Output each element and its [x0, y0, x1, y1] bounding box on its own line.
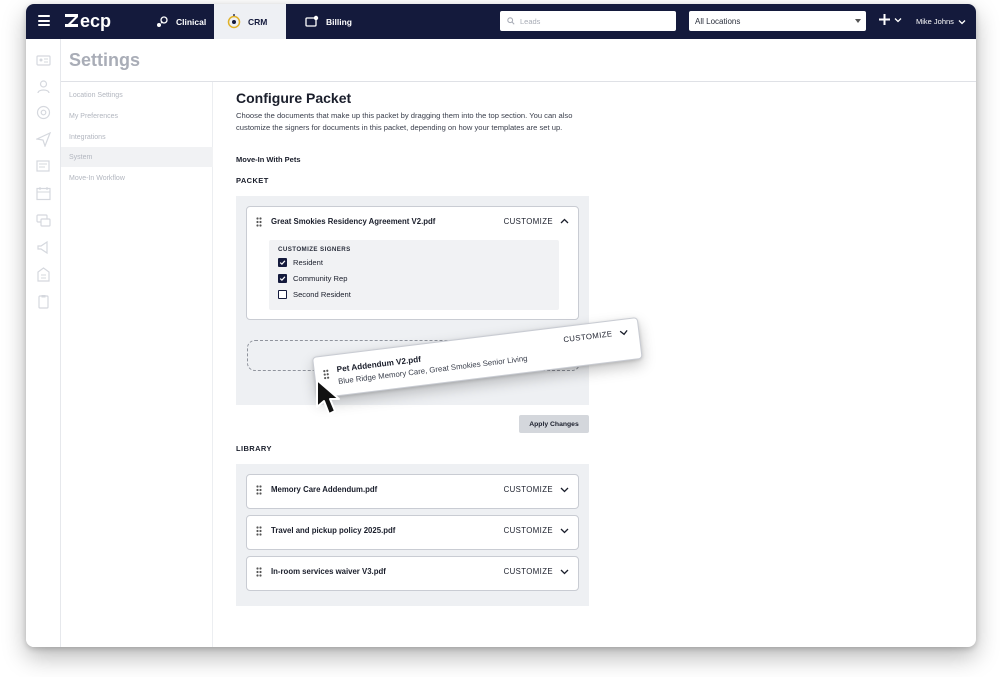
top-nav: ecp Clinical CRM Billing Leads All Locat…: [26, 4, 976, 39]
drag-handle-icon[interactable]: [256, 485, 262, 495]
packet-name: Move-In With Pets: [236, 155, 301, 164]
chevron-up-icon[interactable]: [560, 217, 569, 226]
signer-label: Community Rep: [293, 274, 348, 283]
chevron-down-icon: [894, 17, 902, 22]
caret-down-icon: [855, 19, 861, 23]
at-icon[interactable]: [36, 105, 51, 120]
customize-button[interactable]: CUSTOMIZE: [504, 217, 553, 226]
customize-button[interactable]: CUSTOMIZE: [504, 485, 553, 494]
tab-clinical[interactable]: Clinical: [146, 4, 214, 39]
building-icon[interactable]: [36, 267, 51, 282]
clipboard-icon[interactable]: [36, 294, 51, 309]
person-icon[interactable]: [36, 79, 51, 94]
location-select[interactable]: All Locations: [689, 11, 866, 31]
mouse-cursor-icon: [316, 379, 340, 415]
chevron-down-icon[interactable]: [560, 485, 569, 494]
page-description: Choose the documents that make up this p…: [236, 111, 573, 132]
checkbox-checked[interactable]: [278, 258, 287, 267]
id-card-icon[interactable]: [36, 53, 51, 68]
billing-icon: [305, 15, 319, 27]
signer-row-second-resident[interactable]: Second Resident: [278, 290, 351, 299]
settings-menu: Location Settings My Preferences Integra…: [61, 82, 213, 647]
chevron-down-icon[interactable]: [619, 327, 629, 337]
search-icon: [507, 17, 515, 25]
calendar-icon[interactable]: [36, 186, 51, 201]
checkbox-unchecked[interactable]: [278, 290, 287, 299]
tab-crm-label: CRM: [248, 16, 268, 27]
drag-handle-icon[interactable]: [256, 217, 262, 227]
customize-signers-panel: CUSTOMIZE SIGNERS Resident Community Rep…: [269, 240, 559, 310]
settings-menu-item-integrations[interactable]: Integrations: [61, 127, 213, 147]
drag-handle-icon[interactable]: [256, 526, 262, 536]
packet-document-card[interactable]: Great Smokies Residency Agreement V2.pdf…: [246, 206, 579, 320]
settings-title: Settings: [69, 50, 141, 70]
check-icon: [279, 260, 286, 266]
customize-button[interactable]: CUSTOMIZE: [563, 329, 613, 344]
customize-button[interactable]: CUSTOMIZE: [504, 526, 553, 535]
search-input[interactable]: Leads: [500, 11, 676, 31]
library-document-card[interactable]: Travel and pickup policy 2025.pdf CUSTOM…: [246, 515, 579, 550]
customize-button[interactable]: CUSTOMIZE: [504, 567, 553, 576]
library-area: Memory Care Addendum.pdf CUSTOMIZE Trave…: [236, 464, 589, 606]
list-icon[interactable]: [36, 159, 51, 174]
library-document-card[interactable]: In-room services waiver V3.pdf CUSTOMIZE: [246, 556, 579, 591]
megaphone-icon[interactable]: [36, 240, 51, 255]
page-title: Configure Packet: [236, 90, 352, 106]
settings-menu-item-location[interactable]: Location Settings: [61, 85, 213, 105]
checkbox-checked[interactable]: [278, 274, 287, 283]
document-name: Travel and pickup policy 2025.pdf: [271, 526, 396, 535]
search-placeholder: Leads: [520, 16, 541, 26]
ecp-logo[interactable]: ecp: [65, 10, 125, 32]
app-window: ecp Clinical CRM Billing Leads All Locat…: [26, 4, 976, 647]
plus-icon: [879, 14, 890, 25]
menu-icon[interactable]: [38, 15, 50, 26]
tab-billing[interactable]: Billing: [296, 4, 360, 39]
user-name: Mike Johns: [916, 17, 954, 26]
clinical-icon: [157, 15, 168, 27]
apply-changes-button[interactable]: Apply Changes: [519, 415, 589, 433]
tab-clinical-label: Clinical: [176, 16, 207, 27]
location-select-value: All Locations: [695, 16, 741, 26]
crm-icon: [227, 13, 241, 28]
document-name: Memory Care Addendum.pdf: [271, 485, 378, 494]
signer-label: Second Resident: [293, 290, 351, 299]
add-button[interactable]: [878, 13, 902, 26]
signer-row-resident[interactable]: Resident: [278, 258, 323, 267]
settings-menu-item-move-in-workflow[interactable]: Move-In Workflow: [61, 168, 213, 188]
check-icon: [279, 276, 286, 282]
user-menu[interactable]: Mike Johns: [916, 4, 966, 39]
chat-icon[interactable]: [36, 213, 51, 228]
library-document-card[interactable]: Memory Care Addendum.pdf CUSTOMIZE: [246, 474, 579, 509]
tab-billing-label: Billing: [326, 16, 352, 27]
settings-menu-item-system[interactable]: System: [61, 147, 213, 167]
signer-label: Resident: [293, 258, 323, 267]
signer-row-community-rep[interactable]: Community Rep: [278, 274, 347, 283]
icon-rail: [26, 39, 61, 647]
document-name: Great Smokies Residency Agreement V2.pdf: [271, 217, 436, 226]
drag-handle-icon[interactable]: [256, 567, 262, 577]
library-section-label: LIBRARY: [236, 444, 272, 453]
packet-section-label: PACKET: [236, 176, 269, 185]
customize-signers-label: CUSTOMIZE SIGNERS: [278, 246, 351, 253]
chevron-down-icon: [958, 19, 966, 24]
settings-menu-item-preferences[interactable]: My Preferences: [61, 106, 213, 126]
document-name: In-room services waiver V3.pdf: [271, 567, 386, 576]
tab-crm[interactable]: CRM: [214, 4, 286, 39]
chevron-down-icon[interactable]: [560, 567, 569, 576]
svg-text:ecp: ecp: [80, 11, 111, 31]
chevron-down-icon[interactable]: [560, 526, 569, 535]
send-icon[interactable]: [36, 132, 51, 147]
